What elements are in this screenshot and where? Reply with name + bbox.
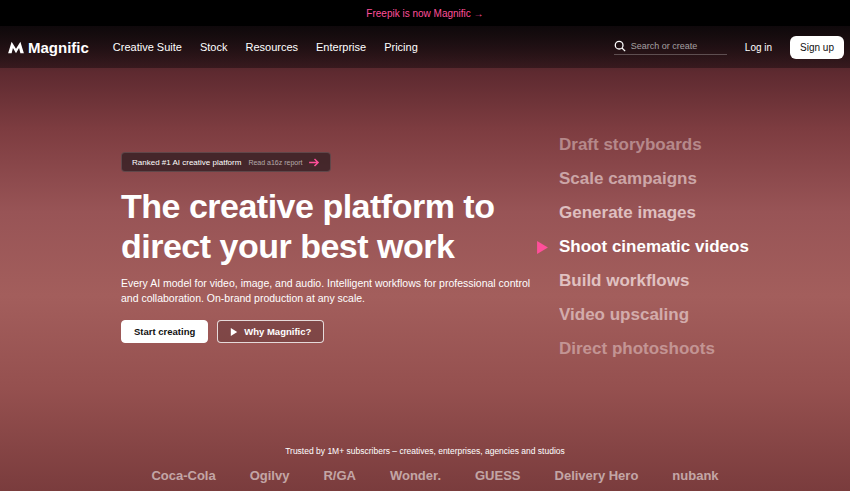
nav-actions: Log in Sign up xyxy=(614,36,844,59)
nav-link[interactable]: Pricing xyxy=(384,41,418,53)
signup-button[interactable]: Sign up xyxy=(790,36,844,59)
feature-label: Video upscaling xyxy=(559,305,689,325)
hero-description: Every AI model for video, image, and aud… xyxy=(121,276,537,306)
client-logos: Coca-Cola Ogilvy R/GA Wonder. GUESS Delivery … xyxy=(131,468,718,483)
feature-item[interactable]: Scale campaigns xyxy=(537,167,850,191)
announcement-bar[interactable]: Freepik is now Magnific → xyxy=(0,0,850,26)
nav-links: Creative Suite Stock Resources Enterprise Pr… xyxy=(113,41,418,53)
client-logo: Ogilvy xyxy=(250,468,290,483)
button-label: Start creating xyxy=(134,326,195,337)
feature-label: Generate images xyxy=(559,203,696,223)
feature-label: Scale campaigns xyxy=(559,169,697,189)
magnific-logo-icon xyxy=(7,40,25,54)
trusted-section: Trusted by 1M+ subscribers – creatives, … xyxy=(0,446,850,491)
why-button[interactable]: Why Magnific? xyxy=(217,320,324,343)
brand-name: Magnific xyxy=(28,39,89,56)
feature-item[interactable]: Video upscaling xyxy=(537,303,850,327)
hero: Magnific Creative Suite Stock Resources Ente… xyxy=(0,26,850,491)
cta-row: Start creating Why Magnific? xyxy=(121,320,537,343)
feature-label: Direct photoshoots xyxy=(559,339,715,359)
nav-link[interactable]: Enterprise xyxy=(316,41,366,53)
button-label: Why Magnific? xyxy=(244,326,311,337)
badge-label: Ranked #1 AI creative platform xyxy=(132,158,241,167)
feature-list: Draft storyboards Scale campaigns Generate… xyxy=(537,133,850,361)
search-icon xyxy=(614,40,626,52)
brand-logo[interactable]: Magnific xyxy=(7,39,89,56)
nav-link[interactable]: Creative Suite xyxy=(113,41,182,53)
hero-main: Ranked #1 AI creative platform Read a16z … xyxy=(0,68,850,361)
client-logo: Coca-Cola xyxy=(151,468,215,483)
start-button[interactable]: Start creating xyxy=(121,320,208,343)
search-field[interactable] xyxy=(614,40,727,55)
feature-item[interactable]: Draft storyboards xyxy=(537,133,850,157)
client-logo: Delivery Hero xyxy=(555,468,639,483)
feature-item[interactable]: Shoot cinematic videos xyxy=(537,235,850,259)
client-logo: nubank xyxy=(672,468,718,483)
nav-bar: Magnific Creative Suite Stock Resources Ente… xyxy=(0,26,850,68)
feature-item[interactable]: Direct photoshoots xyxy=(537,337,850,361)
client-logo: Wonder. xyxy=(390,468,441,483)
client-logo: R/GA xyxy=(323,468,356,483)
play-icon xyxy=(230,328,238,336)
arrow-right-icon xyxy=(309,158,320,167)
badge-link[interactable]: Read a16z report xyxy=(248,159,302,166)
search-input[interactable] xyxy=(631,41,727,51)
client-logo: GUESS xyxy=(475,468,521,483)
ranking-badge[interactable]: Ranked #1 AI creative platform Read a16z … xyxy=(121,152,331,172)
trusted-text: Trusted by 1M+ subscribers – creatives, … xyxy=(285,446,565,456)
login-link[interactable]: Log in xyxy=(737,42,780,53)
feature-label: Draft storyboards xyxy=(559,135,702,155)
hero-content: Ranked #1 AI creative platform Read a16z … xyxy=(121,133,537,343)
page: Freepik is now Magnific → Magnific Creativ… xyxy=(0,0,850,491)
marker-slot xyxy=(537,241,559,254)
feature-item[interactable]: Generate images xyxy=(537,201,850,225)
feature-label: Shoot cinematic videos xyxy=(559,237,749,257)
feature-label: Build workflows xyxy=(559,271,689,291)
nav-link[interactable]: Resources xyxy=(245,41,298,53)
hero-title: The creative platform to direct your bes… xyxy=(121,186,537,266)
announcement-text[interactable]: Freepik is now Magnific → xyxy=(366,8,483,19)
feature-item[interactable]: Build workflows xyxy=(537,269,850,293)
nav-link[interactable]: Stock xyxy=(200,41,228,53)
play-marker-icon xyxy=(537,241,548,254)
